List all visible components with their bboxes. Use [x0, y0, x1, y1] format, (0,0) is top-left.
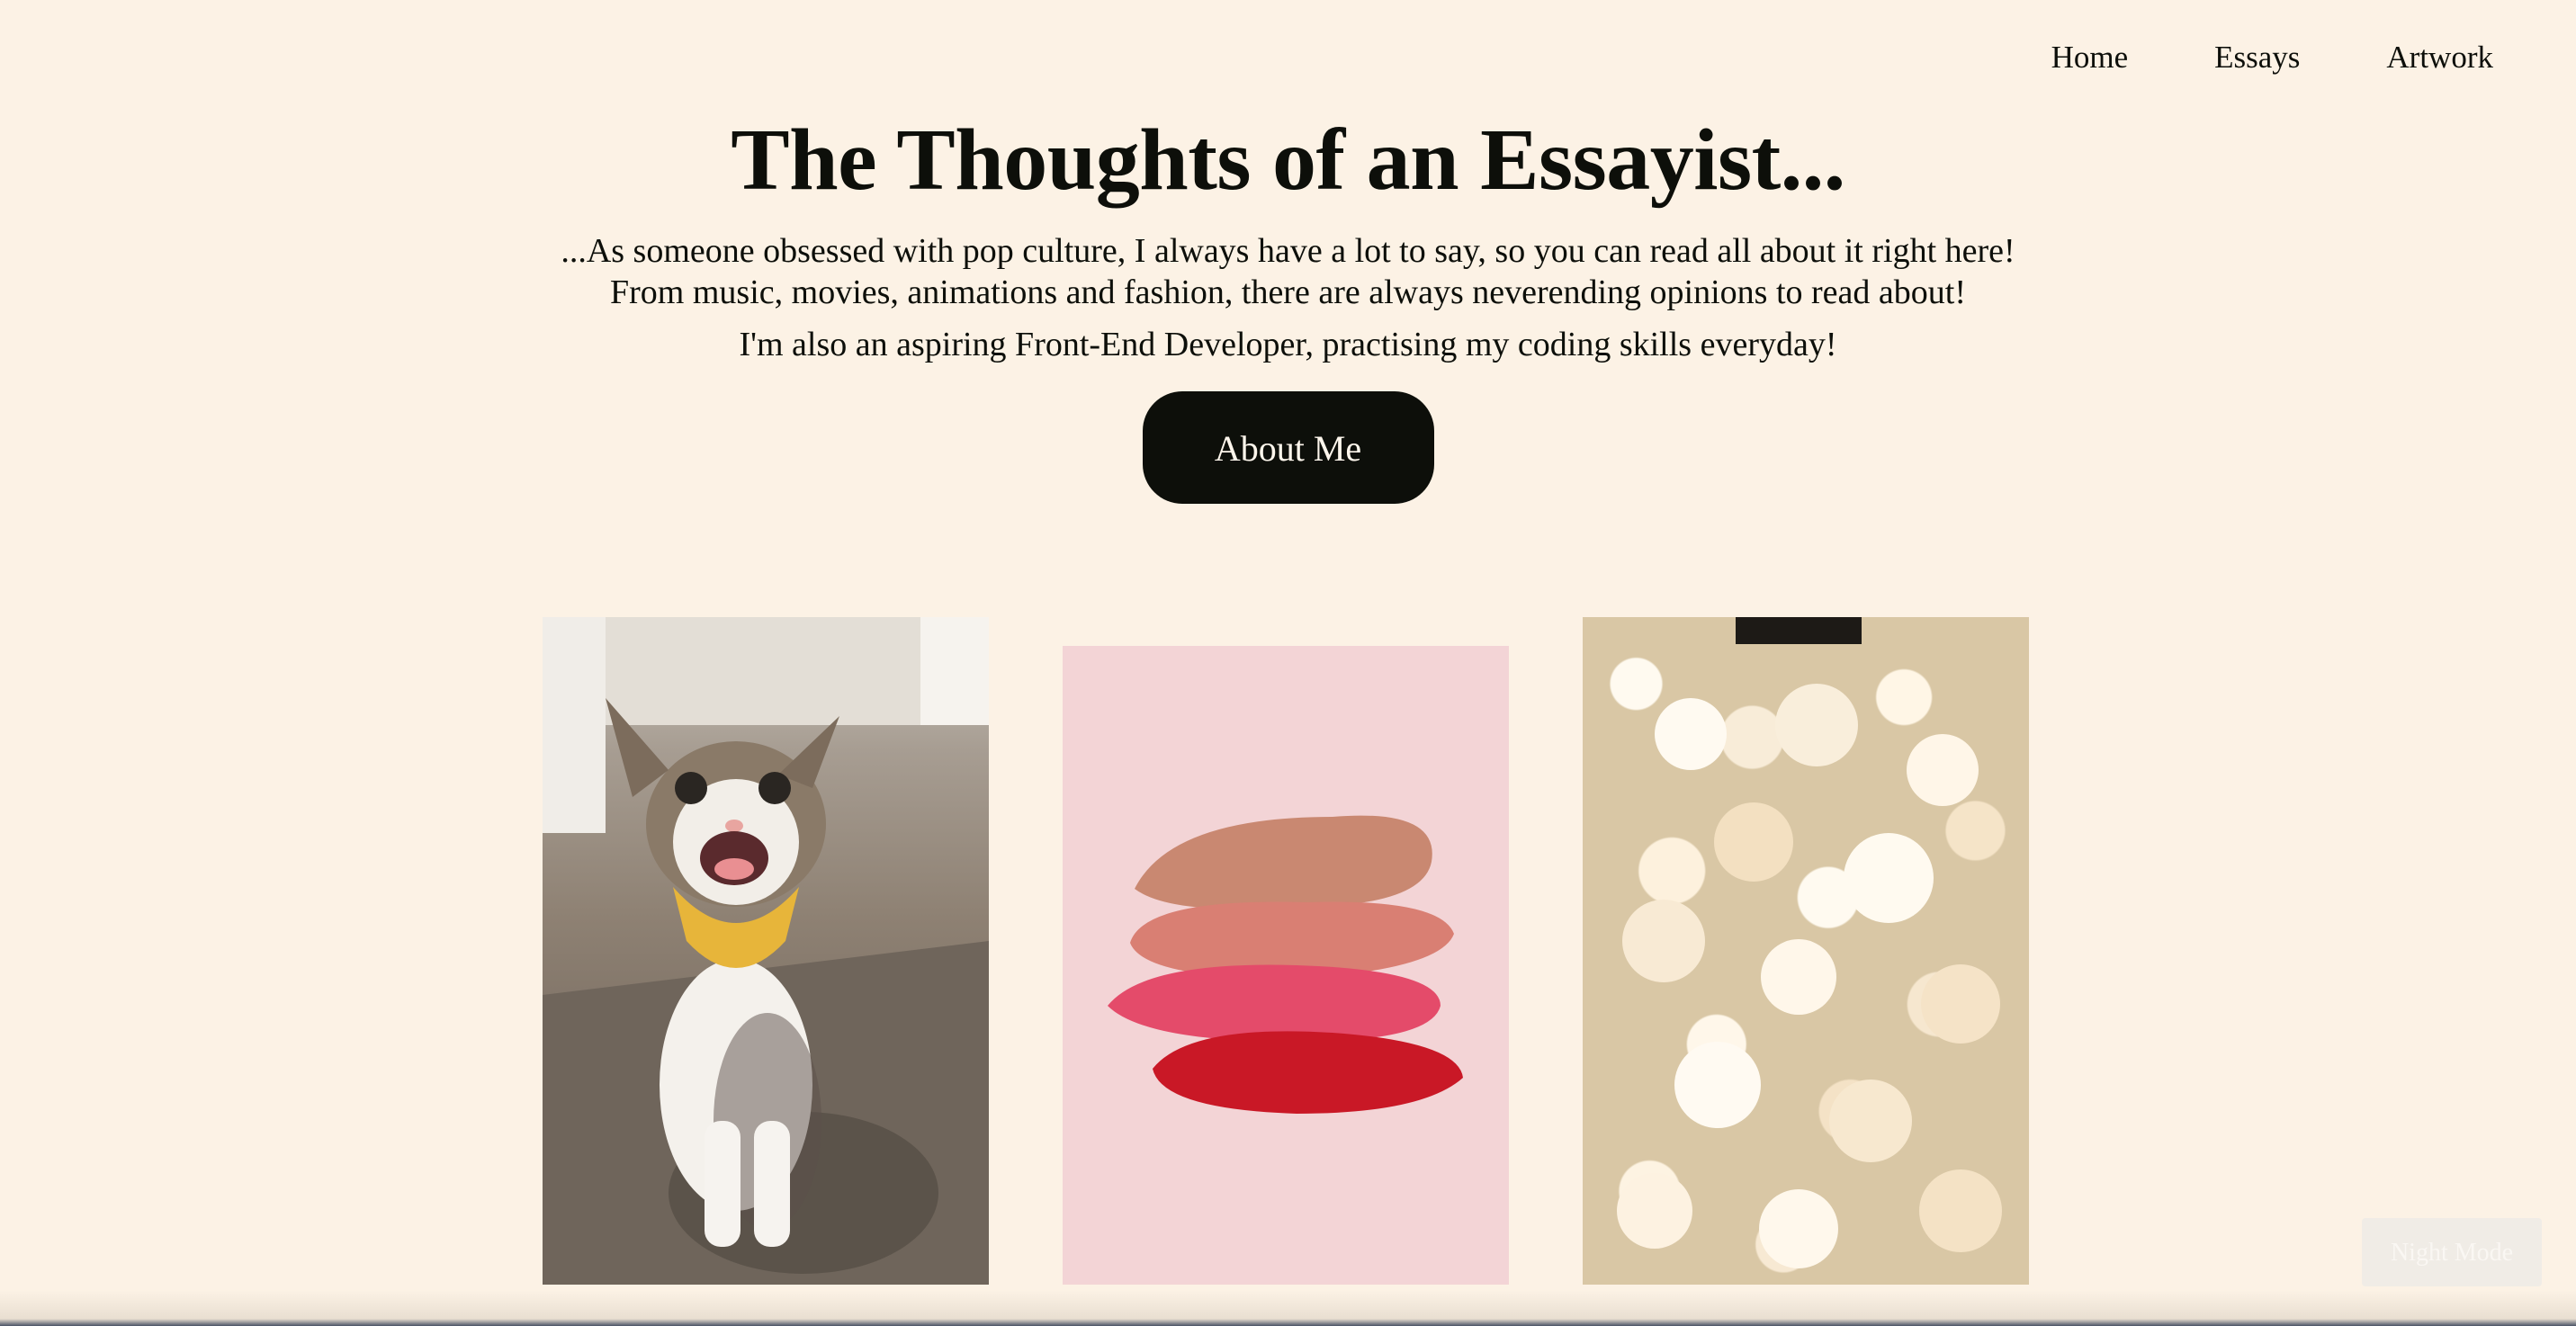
- popcorn-photo: [1583, 617, 2029, 1285]
- hero-section: The Thoughts of an Essayist... ...As som…: [0, 106, 2576, 504]
- developer-note: I'm also an aspiring Front-End Developer…: [739, 326, 1837, 363]
- photo-gallery: [0, 617, 2576, 1285]
- lipstick-swatch-photo: [1063, 646, 1509, 1285]
- popcorn-illustration: [1617, 617, 2002, 1268]
- nav-essays-link[interactable]: Essays: [2214, 40, 2300, 76]
- page-title: The Thoughts of an Essayist...: [731, 112, 1845, 209]
- nav-artwork-link[interactable]: Artwork: [2386, 40, 2493, 76]
- bottom-edge-shadow: [0, 1290, 2576, 1326]
- cat-illustration: [543, 617, 989, 1285]
- intro-paragraph: ...As someone obsessed with pop culture,…: [561, 232, 2015, 311]
- top-nav: Home Essays Artwork: [1965, 40, 2493, 76]
- night-mode-button[interactable]: Night Mode: [2362, 1218, 2542, 1286]
- about-me-button[interactable]: About Me: [1142, 391, 1434, 504]
- nav-home-link[interactable]: Home: [2051, 40, 2129, 76]
- cat-photo: [543, 617, 989, 1285]
- lipstick-swatches-illustration: [1108, 815, 1463, 1114]
